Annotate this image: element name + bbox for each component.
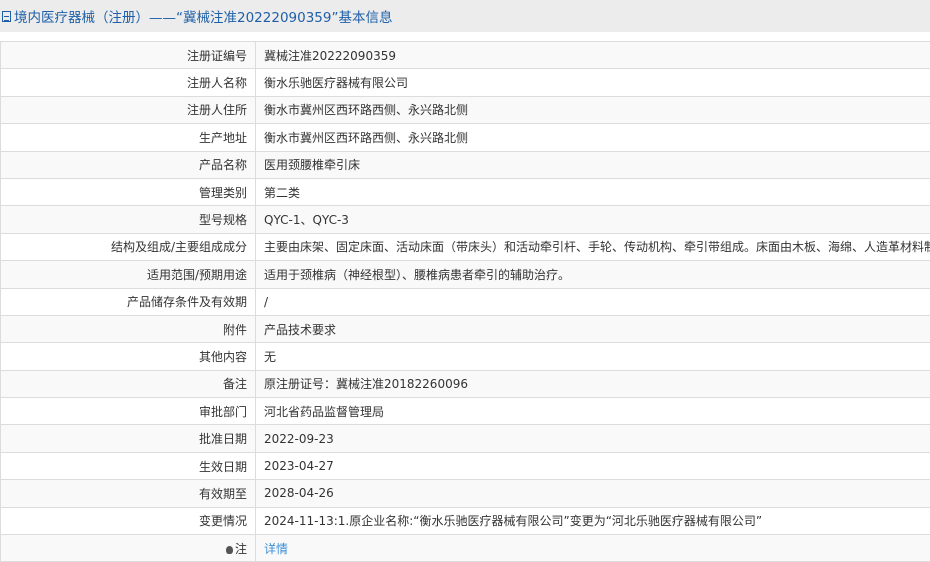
field-label: 注册人名称 [0,68,256,97]
field-label: 生效日期 [0,451,256,481]
field-value: 2023-04-27 [255,451,930,481]
document-icon [2,10,11,22]
field-value: 医用颈腰椎牵引床 [255,150,930,179]
field-value: 第二类 [255,177,930,207]
field-label: 有效期至 [0,479,256,508]
table-row: 注册人住所 衡水市冀州区西环路西侧、永兴路北侧 [0,95,930,125]
table-row: 型号规格 QYC-1、QYC-3 [0,205,930,234]
field-value: 无 [255,342,930,371]
field-value: QYC-1、QYC-3 [255,205,930,234]
page-header: 境内医疗器械（注册）——“冀械注准20222090359”基本信息 [0,0,930,32]
field-value: 原注册证号：冀械注准20182260096 [255,369,930,399]
field-label: 产品名称 [0,150,256,179]
field-value: / [255,287,930,316]
table-row: 生产地址 衡水市冀州区西环路西侧、永兴路北侧 [0,123,930,152]
table-row: 注册人名称 衡水乐驰医疗器械有限公司 [0,68,930,97]
field-label: 型号规格 [0,205,256,234]
field-label: 变更情况 [0,506,256,536]
info-table: 注册证编号 冀械注准20222090359 注册人名称 衡水乐驰医疗器械有限公司 注册人… [0,40,930,562]
table-row: 适用范围/预期用途 适用于颈椎病（神经根型）、腰椎病患者牵引的辅助治疗。 [0,260,930,289]
field-label: 备注 [0,369,256,399]
field-label: 生产地址 [0,123,256,152]
field-label: 批准日期 [0,424,256,453]
table-row: 批准日期 2022-09-23 [0,424,930,453]
table-row: 管理类别 第二类 [0,177,930,207]
field-label: 结构及组成/主要组成成分 [0,232,256,262]
field-value: 产品技术要求 [255,314,930,344]
table-row: 产品名称 医用颈腰椎牵引床 [0,150,930,179]
field-label: 适用范围/预期用途 [0,260,256,289]
table-row: 生效日期 2023-04-27 [0,451,930,481]
table-row: 产品储存条件及有效期 / [0,287,930,316]
field-label: 注册人住所 [0,95,256,125]
field-label: 其他内容 [0,342,256,371]
field-value: 衡水市冀州区西环路西侧、永兴路北侧 [255,95,930,125]
field-value: 2028-04-26 [255,479,930,508]
field-label: 审批部门 [0,397,256,426]
note-value: 详情 [255,534,930,562]
bulb-icon [225,545,233,554]
note-label-cell: 注 [0,534,256,562]
field-value: 河北省药品监督管理局 [255,397,930,426]
field-label: 附件 [0,314,256,344]
field-value: 2024-11-13:1.原企业名称:“衡水乐驰医疗器械有限公司”变更为“河北乐… [255,506,930,536]
field-label: 管理类别 [0,177,256,207]
field-value: 适用于颈椎病（神经根型）、腰椎病患者牵引的辅助治疗。 [255,260,930,289]
page-title: 境内医疗器械（注册）——“冀械注准20222090359”基本信息 [14,10,393,26]
note-label: 注 [234,541,247,556]
field-value: 衡水乐驰医疗器械有限公司 [255,68,930,97]
table-row: 附件 产品技术要求 [0,314,930,344]
table-row: 有效期至 2028-04-26 [0,479,930,508]
field-label: 注册证编号 [0,40,256,70]
field-value: 衡水市冀州区西环路西侧、永兴路北侧 [255,123,930,152]
table-row: 结构及组成/主要组成成分 主要由床架、固定床面、活动床面（带床头）和活动牵引杆、手… [0,232,930,262]
field-label: 产品储存条件及有效期 [0,287,256,316]
table-row: 变更情况 2024-11-13:1.原企业名称:“衡水乐驰医疗器械有限公司”变更为… [0,506,930,536]
table-row: 注册证编号 冀械注准20222090359 [0,40,930,70]
table-row: 审批部门 河北省药品监督管理局 [0,397,930,426]
note-row: 注 详情 [0,534,930,562]
table-row: 其他内容无 [0,342,930,371]
field-value: 冀械注准20222090359 [255,40,930,70]
details-link[interactable]: 详情 [264,542,288,556]
table-row: 备注 原注册证号：冀械注准20182260096 [0,369,930,399]
field-value: 主要由床架、固定床面、活动床面（带床头）和活动牵引杆、手轮、传动机构、牵引带组成… [255,232,930,262]
field-value: 2022-09-23 [255,424,930,453]
